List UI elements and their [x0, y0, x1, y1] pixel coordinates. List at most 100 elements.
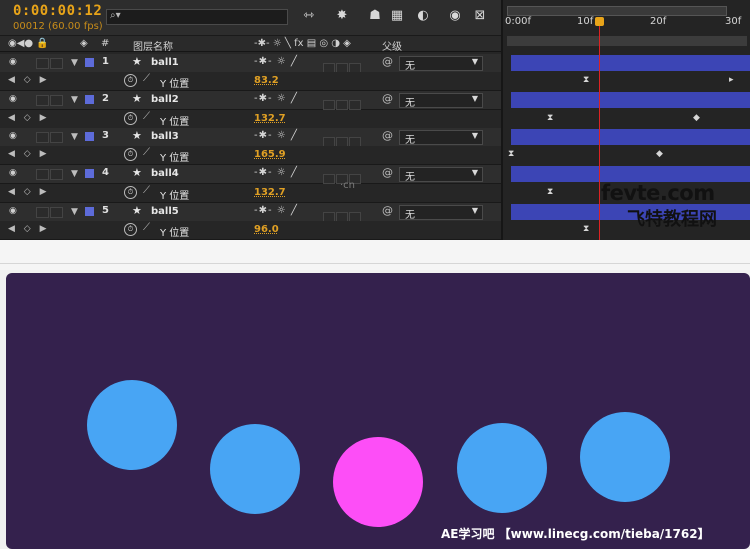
av-features-icon[interactable]: ◉◀● 🔒	[8, 38, 49, 49]
keyframe-icon[interactable]: ▸	[729, 75, 734, 85]
pickwhip-icon[interactable]: @	[382, 55, 393, 68]
solo-toggle[interactable]	[36, 207, 49, 218]
layer-name[interactable]: ball4	[151, 168, 179, 179]
keyframe-navigator[interactable]: ◀ ◇ ▶	[8, 224, 50, 234]
layer-switches[interactable]: -✱- ☼ ╱	[254, 56, 298, 67]
keyframe-navigator[interactable]: ◀ ◇ ▶	[8, 149, 50, 159]
keyframe-icon[interactable]: ◆	[656, 149, 663, 159]
pickwhip-icon[interactable]: @	[382, 129, 393, 142]
layer-duration-bar[interactable]	[511, 166, 750, 182]
lock-toggle[interactable]	[50, 95, 63, 106]
solo-toggle[interactable]	[36, 169, 49, 180]
property-row[interactable]: ◀ ◇ ▶ ⏱ ⟋ Y 位置 132.7	[0, 184, 501, 203]
layer-row[interactable]: ◉ ▼ 2 ★ ball2 -✱- ☼ ╱ @ 无 ▼	[0, 91, 501, 110]
property-value[interactable]: 96.0	[254, 224, 279, 235]
layer-name[interactable]: ball5	[151, 206, 179, 217]
stopwatch-icon[interactable]: ⏱	[124, 112, 137, 125]
graph-icon[interactable]: ⟋	[143, 147, 150, 158]
keyframe-icon[interactable]: ⧗	[547, 113, 553, 123]
lock-toggle[interactable]	[50, 58, 63, 69]
visibility-eye-icon[interactable]: ◉	[9, 57, 17, 67]
comp-mini-flowchart-icon[interactable]: ⇿	[300, 8, 318, 24]
current-time-display[interactable]: 0:00:00:12	[13, 3, 102, 19]
expand-triangle-icon[interactable]: ▼	[71, 169, 78, 179]
time-ruler[interactable]: 0:00f 10f 20f 30f	[503, 14, 750, 34]
layer-row[interactable]: ◉ ▼ 5 ★ ball5 -✱- ☼ ╱ @ 无 ▼	[0, 203, 501, 222]
solo-toggle[interactable]	[36, 58, 49, 69]
layer-row[interactable]: ◉ ▼ 3 ★ ball3 -✱- ☼ ╱ @ 无 ▼	[0, 128, 501, 147]
property-row[interactable]: ◀ ◇ ▶ ⏱ ⟋ Y 位置 83.2	[0, 72, 501, 91]
stopwatch-icon[interactable]: ⏱	[124, 186, 137, 199]
expand-triangle-icon[interactable]: ▼	[71, 58, 78, 68]
property-row[interactable]: ◀ ◇ ▶ ⏱ ⟋ Y 位置 96.0	[0, 221, 501, 240]
label-color-swatch[interactable]	[85, 58, 94, 67]
keyframe-navigator[interactable]: ◀ ◇ ▶	[8, 113, 50, 123]
graph-icon[interactable]: ⟋	[143, 73, 150, 84]
parent-dropdown[interactable]: 无 ▼	[399, 93, 483, 109]
layer-switches[interactable]: -✱- ☼ ╱	[254, 93, 298, 104]
label-column-icon[interactable]: ◈	[80, 38, 88, 49]
visibility-eye-icon[interactable]: ◉	[9, 206, 17, 216]
expand-triangle-icon[interactable]: ▼	[71, 95, 78, 105]
keyframe-icon[interactable]: ⧗	[547, 187, 553, 197]
expand-triangle-icon[interactable]: ▼	[71, 132, 78, 142]
pickwhip-icon[interactable]: @	[382, 92, 393, 105]
property-row[interactable]: ◀ ◇ ▶ ⏱ ⟋ Y 位置 165.9	[0, 146, 501, 165]
layer-name[interactable]: ball1	[151, 57, 179, 68]
property-value[interactable]: 165.9	[254, 149, 286, 160]
property-value[interactable]: 132.7	[254, 113, 286, 124]
parent-dropdown[interactable]: 无 ▼	[399, 167, 483, 183]
expand-triangle-icon[interactable]: ▼	[71, 207, 78, 217]
visibility-eye-icon[interactable]: ◉	[9, 168, 17, 178]
parent-dropdown[interactable]: 无 ▼	[399, 130, 483, 146]
layer-switches[interactable]: -✱- ☼ ╱	[254, 167, 298, 178]
graph-editor-icon[interactable]: ◉	[446, 8, 464, 24]
property-value[interactable]: 83.2	[254, 75, 279, 86]
keyframe-navigator[interactable]: ◀ ◇ ▶	[8, 187, 50, 197]
current-time-indicator[interactable]	[595, 17, 604, 26]
stopwatch-icon[interactable]: ⏱	[124, 148, 137, 161]
layer-name-column-header[interactable]: 图层名称	[133, 38, 173, 53]
layer-row[interactable]: ◉ ▼ 1 ★ ball1 -✱- ☼ ╱ @ 无 ▼	[0, 54, 501, 73]
stopwatch-icon[interactable]: ⏱	[124, 74, 137, 87]
work-area-bar[interactable]	[507, 36, 747, 46]
keyframe-icon[interactable]: ⧗	[583, 224, 589, 234]
draft-3d-icon[interactable]: ✸	[333, 8, 351, 24]
graph-icon[interactable]: ⟋	[143, 111, 150, 122]
label-color-swatch[interactable]	[85, 169, 94, 178]
shy-layers-icon[interactable]: ☗	[366, 8, 384, 24]
layer-duration-bar[interactable]	[511, 129, 750, 145]
layer-name[interactable]: ball2	[151, 94, 179, 105]
layer-row[interactable]: ◉ ▼ 4 ★ ball4 -✱- ☼ ╱ @ 无 ▼	[0, 165, 501, 184]
solo-toggle[interactable]	[36, 132, 49, 143]
parent-dropdown[interactable]: 无 ▼	[399, 56, 483, 72]
layer-name[interactable]: ball3	[151, 131, 179, 142]
motion-blur-icon[interactable]: ◐	[414, 8, 432, 24]
layer-switches[interactable]: -✱- ☼ ╱	[254, 205, 298, 216]
stopwatch-icon[interactable]: ⏱	[124, 223, 137, 236]
property-row[interactable]: ◀ ◇ ▶ ⏱ ⟋ Y 位置 132.7	[0, 110, 501, 129]
label-color-swatch[interactable]	[85, 132, 94, 141]
solo-toggle[interactable]	[36, 95, 49, 106]
keyframe-icon[interactable]: ⧗	[508, 149, 514, 159]
keyframe-navigator[interactable]: ◀ ◇ ▶	[8, 75, 50, 85]
graph-icon[interactable]: ⟋	[143, 222, 150, 233]
keyframe-icon[interactable]: ◆	[693, 113, 700, 123]
layer-switches[interactable]: -✱- ☼ ╱	[254, 130, 298, 141]
lock-toggle[interactable]	[50, 132, 63, 143]
pickwhip-icon[interactable]: @	[382, 204, 393, 217]
layer-duration-bar[interactable]	[511, 92, 750, 108]
keyframe-icon[interactable]: ⧗	[583, 75, 589, 85]
label-color-swatch[interactable]	[85, 95, 94, 104]
graph-icon[interactable]: ⟋	[143, 185, 150, 196]
label-color-swatch[interactable]	[85, 207, 94, 216]
layer-search-input[interactable]: ⌕▾	[106, 9, 288, 25]
parent-dropdown[interactable]: 无 ▼	[399, 205, 483, 221]
frame-blending-icon[interactable]: ▦	[388, 8, 406, 24]
brainstorm-icon[interactable]: ⊠	[471, 8, 489, 24]
pickwhip-icon[interactable]: @	[382, 166, 393, 179]
visibility-eye-icon[interactable]: ◉	[9, 131, 17, 141]
lock-toggle[interactable]	[50, 169, 63, 180]
property-value[interactable]: 132.7	[254, 187, 286, 198]
visibility-eye-icon[interactable]: ◉	[9, 94, 17, 104]
